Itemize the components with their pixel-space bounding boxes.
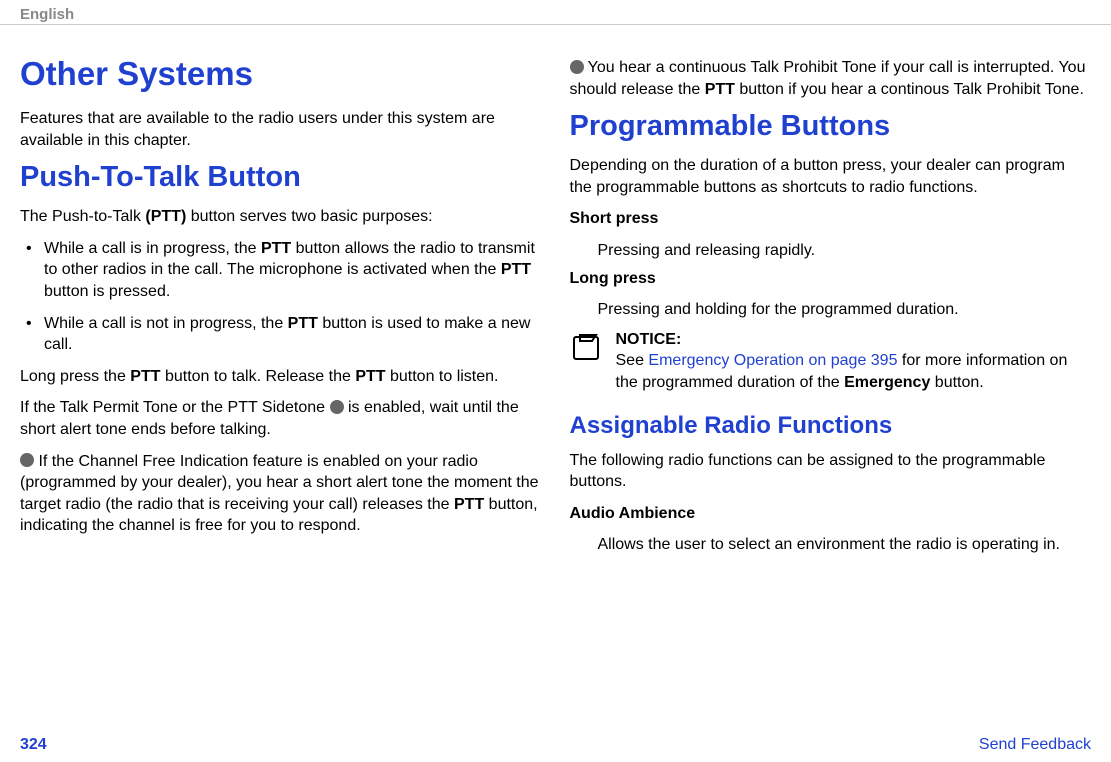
sidetone-paragraph: If the Talk Permit Tone or the PTT Sidet… (20, 397, 542, 440)
ptt-abbrev: (PTT) (145, 208, 186, 225)
emergency-bold: Emergency (844, 374, 930, 391)
text: The Push-to-Talk (20, 208, 145, 225)
ptt-bold: PTT (501, 261, 531, 278)
page-number: 324 (20, 736, 47, 754)
info-icon (20, 453, 34, 467)
ptt-intro: The Push-to-Talk (PTT) button serves two… (20, 206, 542, 228)
right-column: You hear a continuous Talk Prohibit Tone… (570, 25, 1092, 562)
left-column: Other Systems Features that are availabl… (20, 25, 542, 562)
text: While a call is in progress, the (44, 240, 261, 257)
text: button is pressed. (44, 283, 170, 300)
page-footer: 324 Send Feedback (20, 736, 1091, 754)
text: button serves two basic purposes: (186, 208, 432, 225)
heading-assignable-functions: Assignable Radio Functions (570, 412, 1092, 440)
emergency-operation-link[interactable]: Emergency Operation on page 395 (648, 352, 897, 369)
content-columns: Other Systems Features that are availabl… (0, 25, 1111, 562)
long-press-def: Pressing and holding for the programmed … (570, 299, 1092, 321)
ptt-bullet-list: While a call is in progress, the PTT but… (20, 238, 542, 356)
prohibit-icon (570, 60, 584, 74)
text: button if you hear a continous Talk Proh… (735, 81, 1084, 98)
assign-intro: The following radio functions can be ass… (570, 450, 1092, 493)
ptt-bold: PTT (355, 368, 385, 385)
heading-programmable-buttons: Programmable Buttons (570, 110, 1092, 143)
notice-icon (570, 331, 604, 370)
list-item: While a call is in progress, the PTT but… (20, 238, 542, 303)
ptt-bold: PTT (288, 315, 318, 332)
text: See (616, 352, 649, 369)
text: button to talk. Release the (161, 368, 356, 385)
prohibit-paragraph: You hear a continuous Talk Prohibit Tone… (570, 57, 1092, 100)
ptt-bold: PTT (705, 81, 735, 98)
long-press-term: Long press (570, 268, 1092, 290)
notice-block: NOTICE: See Emergency Operation on page … (570, 329, 1092, 394)
header-language: English (0, 0, 1111, 25)
notice-body: NOTICE: See Emergency Operation on page … (616, 329, 1092, 394)
text: While a call is not in progress, the (44, 315, 288, 332)
ptt-bold: PTT (130, 368, 160, 385)
intro-paragraph: Features that are available to the radio… (20, 108, 542, 151)
text: Long press the (20, 368, 130, 385)
ptt-bold: PTT (261, 240, 291, 257)
text: If the Talk Permit Tone or the PTT Sidet… (20, 399, 330, 416)
list-item: While a call is not in progress, the PTT… (20, 313, 542, 356)
heading-other-systems: Other Systems (20, 55, 542, 93)
ptt-bold: PTT (454, 496, 484, 513)
channel-free-paragraph: If the Channel Free Indication feature i… (20, 451, 542, 537)
prog-intro: Depending on the duration of a button pr… (570, 155, 1092, 198)
short-press-def: Pressing and releasing rapidly. (570, 240, 1092, 262)
short-press-term: Short press (570, 208, 1092, 230)
audio-ambience-def: Allows the user to select an environment… (570, 534, 1092, 556)
audio-ambience-term: Audio Ambience (570, 503, 1092, 525)
notice-title: NOTICE: (616, 331, 682, 348)
speaker-icon (330, 400, 344, 414)
long-press-paragraph: Long press the PTT button to talk. Relea… (20, 366, 542, 388)
text: button to listen. (386, 368, 499, 385)
text: button. (930, 374, 983, 391)
send-feedback-link[interactable]: Send Feedback (979, 736, 1091, 754)
heading-ptt: Push-To-Talk Button (20, 161, 542, 194)
